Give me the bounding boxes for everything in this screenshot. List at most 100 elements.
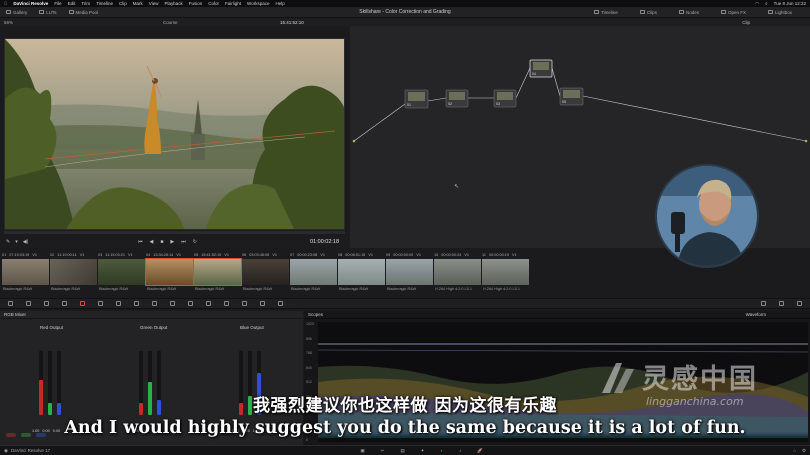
menu-fusion[interactable]: Fusion — [189, 1, 203, 6]
clip-codec-09: Blackmagic RAW — [387, 287, 417, 291]
home-icon[interactable]: ⌂ — [793, 448, 796, 454]
luts-button[interactable]: LUTs — [39, 10, 57, 15]
tracker-icon[interactable] — [188, 301, 193, 306]
clip-header-01: 01 07:19:03:19 V1 — [2, 252, 37, 257]
motion-effects-icon[interactable] — [98, 301, 103, 306]
page-cut-icon[interactable]: ✂ — [381, 448, 385, 454]
clip-thumb-07[interactable] — [290, 259, 337, 285]
page-fusion-icon[interactable]: ✦ — [421, 448, 425, 454]
clip-header-02: 02 11:19:00:11 V1 — [50, 252, 85, 257]
settings-icon[interactable]: ⚙ — [802, 448, 806, 454]
menu-trim[interactable]: Trim — [81, 1, 90, 6]
node-05[interactable]: 05 — [559, 87, 584, 106]
clip-thumb-05[interactable] — [193, 258, 242, 286]
gallery-button[interactable]: Gallery — [6, 10, 27, 15]
media-pool-label: Media Pool — [75, 9, 99, 15]
nodes-button[interactable]: Nodes — [678, 10, 699, 15]
viewer-frame-image — [5, 39, 344, 229]
dropdown-arrow-icon[interactable]: ▾ — [15, 239, 18, 245]
timeline-button[interactable]: Timeline — [594, 10, 618, 15]
menu-playback[interactable]: Playback — [164, 1, 182, 6]
clips-button[interactable]: Clips — [639, 10, 657, 15]
clip-thumb-02[interactable] — [50, 259, 97, 285]
menu-workspace[interactable]: Workspace — [247, 1, 269, 6]
blur-icon[interactable] — [224, 301, 229, 306]
sizing-icon[interactable] — [260, 301, 265, 306]
node-04[interactable]: 04 — [529, 59, 553, 78]
menu-view[interactable]: View — [149, 1, 159, 6]
magic-mask-icon[interactable] — [206, 301, 211, 306]
play-reverse-icon[interactable]: ◀ — [150, 239, 154, 245]
clip-codec-02: Blackmagic RAW — [51, 287, 81, 291]
rgb-mixer-icon[interactable] — [80, 301, 85, 306]
scopes-icon[interactable] — [779, 301, 784, 306]
camera-raw-icon[interactable] — [26, 301, 31, 306]
menu-file[interactable]: File — [54, 1, 61, 6]
scope-mode-dropdown[interactable]: Waveform — [746, 312, 766, 317]
menu-color[interactable]: Color — [208, 1, 219, 6]
go-to-end-icon[interactable]: ⏭ — [181, 239, 186, 245]
menu-edit[interactable]: Edit — [68, 1, 76, 6]
page-media-icon[interactable]: ▣ — [360, 448, 364, 454]
clip-thumb-09[interactable] — [386, 259, 433, 285]
menu-clock[interactable]: Tue 8 Jun 12:22 — [774, 1, 806, 7]
clip-thumb-10[interactable] — [434, 259, 481, 285]
clip-thumb-04[interactable] — [145, 258, 194, 286]
node-01[interactable]: 01 — [404, 89, 429, 109]
app-version: DaVinci Resolve 17 — [10, 448, 51, 453]
pen-icon[interactable]: ✎ — [6, 239, 10, 245]
menu-clip[interactable]: Clip — [119, 1, 127, 6]
color-match-icon[interactable] — [44, 301, 49, 306]
loop-icon[interactable]: ↻ — [193, 239, 197, 245]
source-dropdown[interactable]: Course — [163, 20, 178, 25]
menu-fairlight[interactable]: Fairlight — [225, 1, 241, 6]
window-icon[interactable] — [170, 301, 175, 306]
clip-codec-10: H.264 High 4:2:0 L5.1 — [435, 287, 472, 291]
apple-icon[interactable]:  — [4, 1, 7, 6]
clip-thumb-03[interactable] — [98, 259, 145, 285]
node-03[interactable]: 03 — [493, 89, 517, 108]
viewer-scrubber[interactable] — [4, 231, 345, 234]
hdr-icon[interactable] — [62, 301, 67, 306]
wifi-icon[interactable]: ◠ — [755, 1, 759, 7]
speaker-icon[interactable]: ◀) — [23, 239, 29, 245]
page-fairlight-icon[interactable]: ♪ — [459, 448, 461, 454]
page-deliver-icon[interactable]: 🚀 — [477, 448, 483, 454]
stop-icon[interactable]: ■ — [160, 239, 163, 245]
zoom-dropdown[interactable]: 56% — [4, 20, 13, 25]
menu-help[interactable]: Help — [275, 1, 284, 6]
open-fx-button[interactable]: Open FX — [720, 10, 746, 15]
qualifier-icon[interactable] — [152, 301, 157, 306]
info-icon[interactable] — [797, 301, 802, 306]
media-pool-button[interactable]: Media Pool — [68, 9, 99, 15]
color-warper-icon[interactable] — [134, 301, 139, 306]
clip-strip — [0, 258, 540, 286]
clip-codec-labels: Blackmagic RAW Blackmagic RAW Blackmagic… — [0, 287, 540, 293]
keyframes-icon[interactable] — [761, 301, 766, 306]
clip-thumb-08[interactable] — [338, 259, 385, 285]
clip-thumb-11[interactable] — [482, 259, 529, 285]
clip-strip-header: 01 07:19:03:19 V1 02 11:19:00:11 V1 03 11:15:… — [0, 251, 530, 258]
node-02[interactable]: 02 — [445, 89, 469, 108]
page-edit-icon[interactable]: ▤ — [400, 448, 404, 454]
menu-mark[interactable]: Mark — [133, 1, 143, 6]
menu-app-name[interactable]: DaVinci Resolve — [13, 1, 48, 6]
3d-icon[interactable] — [278, 301, 283, 306]
node-mode-dropdown[interactable]: Clip — [742, 20, 750, 25]
menu-timeline[interactable]: Timeline — [96, 1, 113, 6]
key-icon[interactable] — [242, 301, 247, 306]
go-to-start-icon[interactable]: ⏮ — [138, 239, 143, 245]
video-viewer[interactable] — [4, 38, 345, 230]
node-05-label: 05 — [562, 100, 566, 104]
lightbox-button[interactable]: Lightbox — [767, 10, 792, 15]
clip-header-03: 03 11:15:03:21 V1 — [98, 252, 133, 257]
clip-codec-11: H.264 High 4:2:0 L5.1 — [483, 287, 520, 291]
color-wheels-icon[interactable] — [8, 301, 13, 306]
page-color-icon[interactable]: ◐ — [440, 448, 443, 454]
clip-codec-03: Blackmagic RAW — [99, 287, 129, 291]
curves-icon[interactable] — [116, 301, 121, 306]
clip-thumb-06[interactable] — [242, 259, 289, 285]
clip-thumb-01[interactable] — [2, 259, 49, 285]
play-icon[interactable]: ▶ — [170, 239, 174, 245]
search-icon[interactable]: ⌕ — [765, 1, 768, 7]
